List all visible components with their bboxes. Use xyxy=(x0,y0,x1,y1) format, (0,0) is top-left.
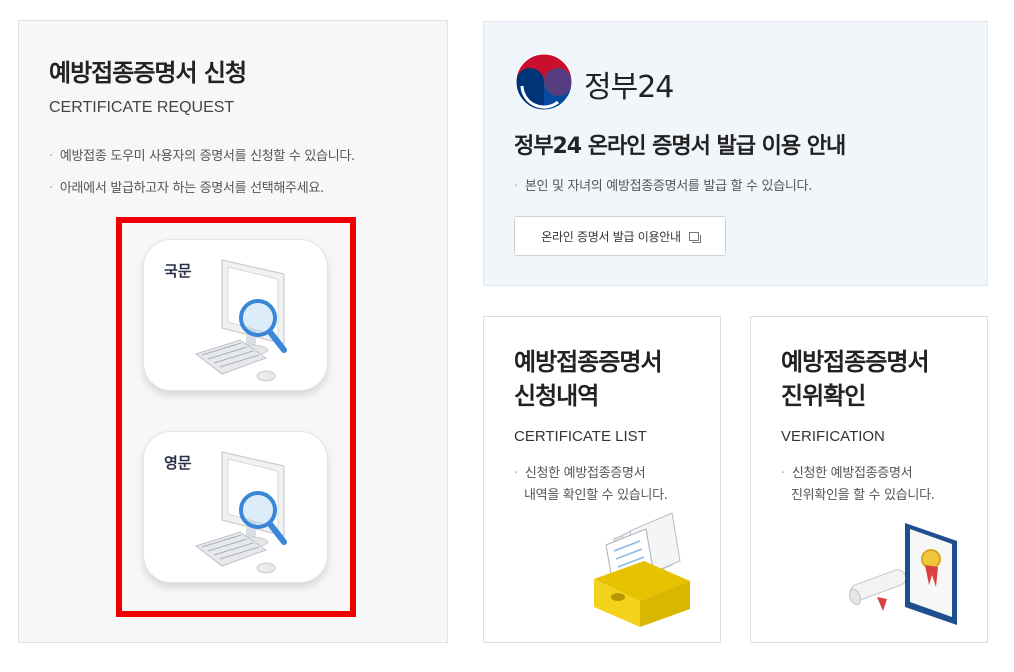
list-card-subtitle: CERTIFICATE LIST xyxy=(514,428,647,445)
gov24-logo-text: 정부24 xyxy=(584,70,674,105)
list-desc-line2: 내역을 확인할 수 있습니다. xyxy=(524,488,668,503)
list-title-line1: 예방접종증명서 xyxy=(514,348,663,376)
gov24-description: 본인 및 자녀의 예방접종증명서를 발급 할 수 있습니다. xyxy=(514,175,812,194)
file-box-icon xyxy=(594,512,690,627)
instruction-item: 아래에서 발급하고자 하는 증명서를 선택해주세요. xyxy=(49,177,355,196)
korean-label: 국문 xyxy=(164,262,192,280)
certificate-ribbon-icon xyxy=(849,523,957,625)
verify-card-title: 예방접종증명서 진위확인 xyxy=(781,345,930,413)
verify-desc-line1: 신청한 예방접종증명서 xyxy=(791,466,913,481)
online-guide-label: 온라인 증명서 발급 이용안내 xyxy=(541,229,681,244)
certificate-request-panel: 예방접종증명서 신청 CERTIFICATE REQUEST 예방접종 도우미 … xyxy=(18,20,448,643)
online-guide-button[interactable]: 온라인 증명서 발급 이용안내 xyxy=(514,216,726,256)
verify-card-description: · 신청한 예방접종증명서 진위확인을 할 수 있습니다. xyxy=(781,463,935,507)
request-title: 예방접종증명서 신청 xyxy=(49,59,247,87)
new-window-icon xyxy=(688,231,701,243)
english-certificate-button[interactable]: 영문 xyxy=(143,431,328,583)
list-card-title: 예방접종증명서 신청내역 xyxy=(514,345,663,413)
korean-certificate-button[interactable]: 국문 xyxy=(143,239,328,391)
verification-card[interactable]: 예방접종증명서 진위확인 VERIFICATION · 신청한 예방접종증명서 진… xyxy=(750,316,988,643)
verify-title-line2: 진위확인 xyxy=(781,382,866,410)
certificate-list-card[interactable]: 예방접종증명서 신청내역 CERTIFICATE LIST · 신청한 예방접종증… xyxy=(483,316,721,643)
gov24-panel: 정부24 정부24 온라인 증명서 발급 이용 안내 본인 및 자녀의 예방접종… xyxy=(483,21,988,286)
request-instructions: 예방접종 도우미 사용자의 증명서를 신청할 수 있습니다. 아래에서 발급하고… xyxy=(49,145,355,209)
verify-card-subtitle: VERIFICATION xyxy=(781,428,885,445)
gov24-logo-icon xyxy=(515,53,573,111)
gov24-title: 정부24 온라인 증명서 발급 이용 안내 xyxy=(514,134,846,159)
list-title-line2: 신청내역 xyxy=(514,382,599,410)
english-label: 영문 xyxy=(164,454,192,472)
instruction-item: 예방접종 도우미 사용자의 증명서를 신청할 수 있습니다. xyxy=(49,145,355,164)
verify-desc-line2: 진위확인을 할 수 있습니다. xyxy=(791,488,935,503)
request-subtitle: CERTIFICATE REQUEST xyxy=(49,99,235,116)
computer-search-icon xyxy=(194,259,287,382)
list-desc-line1: 신청한 예방접종증명서 xyxy=(524,466,646,481)
verify-title-line1: 예방접종증명서 xyxy=(781,348,930,376)
computer-search-icon xyxy=(194,451,287,574)
list-card-description: · 신청한 예방접종증명서 내역을 확인할 수 있습니다. xyxy=(514,463,668,507)
